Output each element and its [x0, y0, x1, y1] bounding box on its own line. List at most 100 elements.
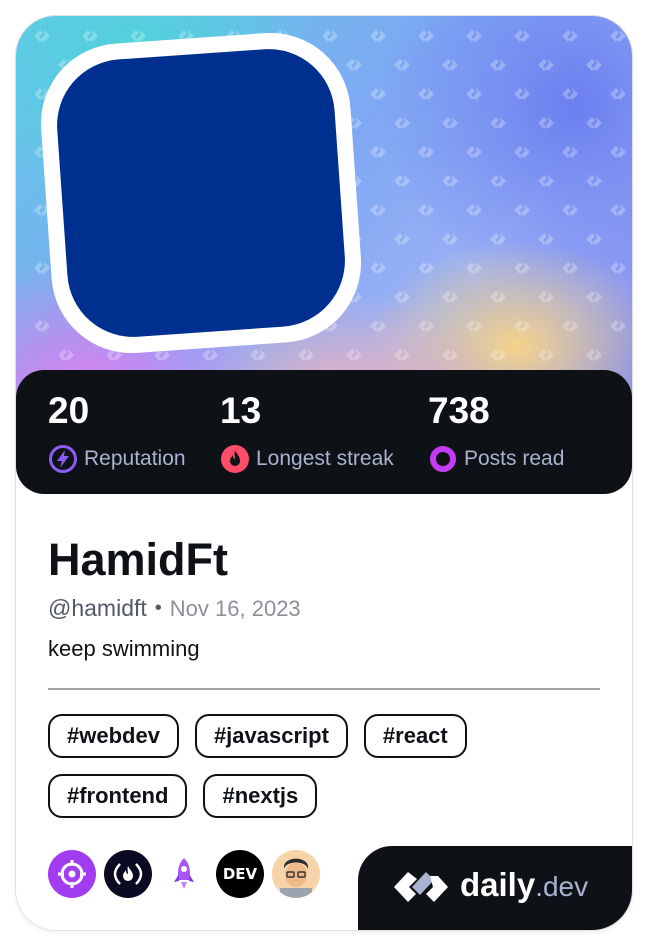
daily-dev-logo-icon: [394, 872, 448, 902]
pattern-glyph: [442, 175, 458, 187]
pattern-glyph: [514, 262, 530, 274]
lightning-icon: [49, 445, 77, 473]
pattern-glyph: [490, 349, 506, 361]
pattern-glyph: [418, 146, 434, 158]
pattern-glyph: [58, 349, 74, 361]
pattern-glyph: [394, 349, 410, 361]
ring-icon: [430, 446, 456, 472]
pattern-glyph: [370, 146, 386, 158]
streak-value: 13: [220, 390, 262, 431]
pattern-glyph: [34, 320, 50, 332]
pattern-glyph: [418, 320, 434, 332]
avatar: [52, 44, 350, 342]
pattern-glyph: [490, 291, 506, 303]
pattern-glyph: [370, 262, 386, 274]
pattern-glyph: [394, 233, 410, 245]
pattern-glyph: [346, 349, 362, 361]
pattern-glyph: [610, 146, 626, 158]
pattern-glyph: [130, 30, 146, 42]
pattern-glyph: [466, 262, 482, 274]
pattern-glyph: [538, 291, 554, 303]
pattern-glyph: [442, 117, 458, 129]
pattern-glyph: [82, 30, 98, 42]
pattern-glyph: [514, 320, 530, 332]
pattern-glyph: [490, 175, 506, 187]
pattern-glyph: [418, 262, 434, 274]
tag-list: #webdev #javascript #react #frontend #ne…: [48, 714, 608, 818]
pattern-glyph: [394, 291, 410, 303]
streak-label: Longest streak: [256, 447, 394, 470]
pattern-glyph: [298, 349, 314, 361]
pattern-glyph: [466, 146, 482, 158]
pattern-glyph: [586, 349, 602, 361]
stats-bar: 20 Reputation 13 Longest streak 738 Post…: [16, 370, 632, 494]
pattern-glyph: [562, 204, 578, 216]
crosshair-source-icon[interactable]: [48, 850, 96, 898]
brand-dev: .dev: [535, 871, 589, 902]
pattern-glyph: [562, 320, 578, 332]
pattern-glyph: [562, 262, 578, 274]
memoji-avatar-source-icon[interactable]: [272, 850, 320, 898]
pattern-glyph: [514, 204, 530, 216]
pattern-glyph: [490, 233, 506, 245]
pattern-glyph: [370, 88, 386, 100]
flame-icon: [221, 445, 249, 473]
tag-chip[interactable]: #javascript: [194, 714, 348, 758]
posts-read-label: Posts read: [464, 447, 565, 470]
tag-chip[interactable]: #frontend: [48, 774, 188, 818]
pattern-glyph: [586, 175, 602, 187]
pattern-glyph: [562, 30, 578, 42]
dev-to-source-icon[interactable]: DEV: [216, 850, 264, 898]
pattern-glyph: [538, 349, 554, 361]
pattern-glyph: [538, 117, 554, 129]
pattern-glyph: [370, 204, 386, 216]
pattern-glyph: [586, 291, 602, 303]
pattern-glyph: [394, 175, 410, 187]
freecodecamp-source-icon[interactable]: [104, 850, 152, 898]
pattern-glyph: [418, 88, 434, 100]
pattern-glyph: [610, 262, 626, 274]
pattern-glyph: [586, 233, 602, 245]
pattern-glyph: [394, 59, 410, 71]
pattern-glyph: [562, 146, 578, 158]
pattern-glyph: [370, 320, 386, 332]
pattern-glyph: [418, 30, 434, 42]
pattern-glyph: [202, 349, 218, 361]
pattern-glyph: [418, 204, 434, 216]
pattern-glyph: [442, 233, 458, 245]
brand-daily: daily: [460, 866, 536, 903]
pattern-glyph: [442, 59, 458, 71]
pattern-glyph: [514, 88, 530, 100]
tag-chip[interactable]: #nextjs: [203, 774, 318, 818]
reputation-value: 20: [48, 390, 90, 431]
profile-bio: keep swimming: [48, 636, 200, 661]
pattern-glyph: [610, 30, 626, 42]
rocket-source-icon[interactable]: [160, 850, 208, 898]
pattern-glyph: [562, 88, 578, 100]
pattern-glyph: [490, 117, 506, 129]
pattern-glyph: [586, 59, 602, 71]
pattern-glyph: [442, 349, 458, 361]
tag-chip[interactable]: #react: [363, 714, 467, 758]
daily-dev-branding: daily.dev: [358, 846, 632, 930]
divider: [48, 688, 600, 690]
pattern-glyph: [466, 320, 482, 332]
meta-separator: •: [154, 597, 162, 619]
pattern-glyph: [34, 262, 50, 274]
pattern-glyph: [538, 233, 554, 245]
pattern-glyph: [490, 59, 506, 71]
pattern-glyph: [466, 204, 482, 216]
cover-image: [16, 16, 632, 416]
pattern-glyph: [610, 320, 626, 332]
pattern-glyph: [346, 59, 362, 71]
profile-name: HamidFt: [48, 534, 228, 585]
profile-handle: @hamidft: [48, 595, 147, 621]
brand-wordmark: daily.dev: [460, 866, 588, 904]
pattern-glyph: [610, 88, 626, 100]
pattern-glyph: [610, 204, 626, 216]
pattern-glyph: [466, 88, 482, 100]
pattern-glyph: [538, 175, 554, 187]
tag-chip[interactable]: #webdev: [48, 714, 179, 758]
source-list: DEV: [48, 850, 320, 898]
pattern-glyph: [322, 30, 338, 42]
